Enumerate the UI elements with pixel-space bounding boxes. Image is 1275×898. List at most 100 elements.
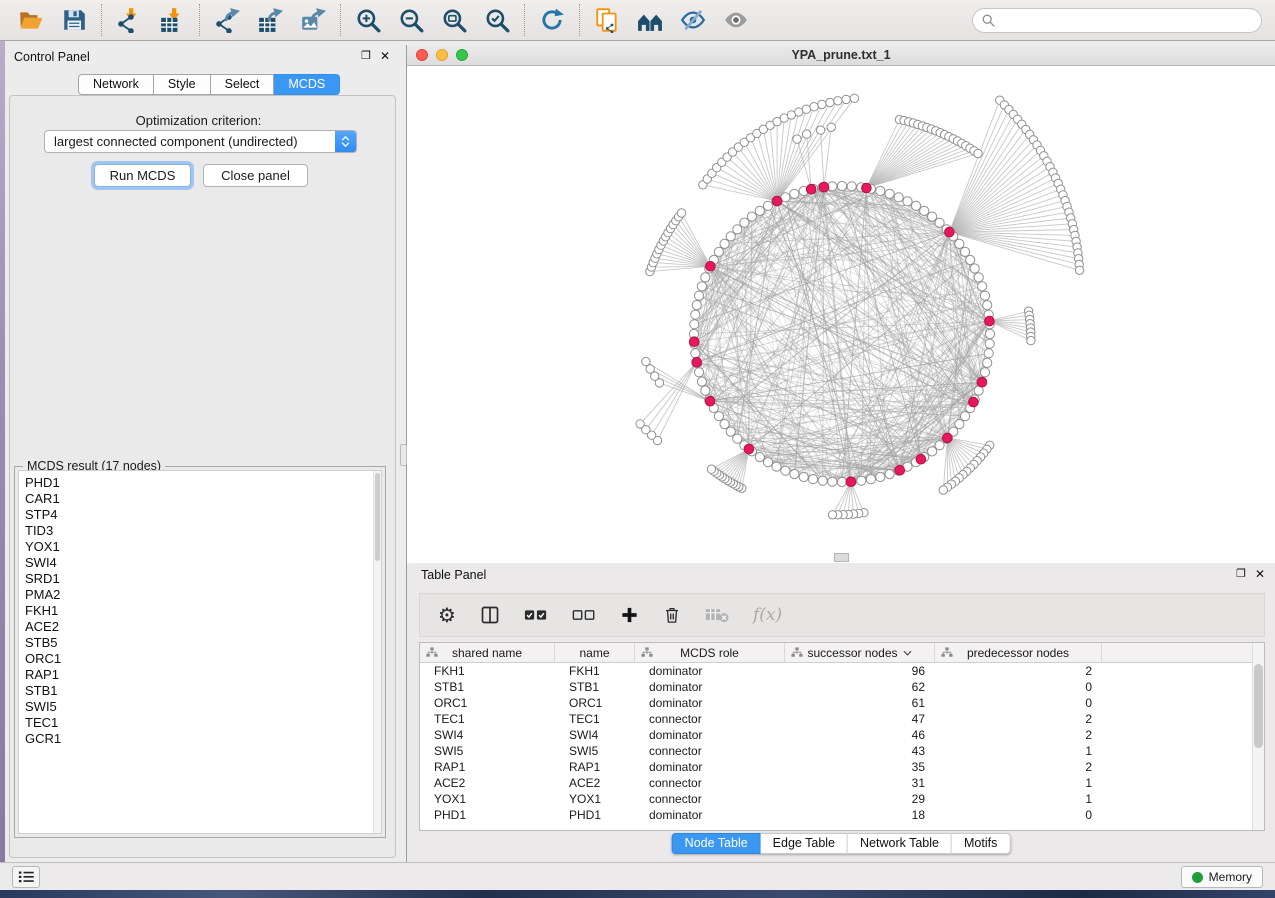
- mcds-result-item[interactable]: STP4: [25, 507, 381, 523]
- mcds-result-list[interactable]: PHD1CAR1STP4TID3YOX1SWI4SRD1PMA2FKH1ACE2…: [18, 470, 382, 834]
- task-list-icon: [18, 870, 35, 884]
- export-table-icon[interactable]: [257, 7, 283, 33]
- table-row[interactable]: TEC1TEC1connector472: [420, 711, 1253, 727]
- zoom-out-icon[interactable]: [398, 7, 424, 33]
- mcds-result-item[interactable]: ACE2: [25, 619, 381, 635]
- table-row[interactable]: FKH1FKH1dominator962: [420, 663, 1253, 679]
- first-neighbors-icon[interactable]: [637, 7, 663, 33]
- column-header-successor-nodes[interactable]: successor nodes: [785, 643, 935, 663]
- refresh-layout-icon[interactable]: [539, 7, 565, 33]
- table-row[interactable]: RAP1RAP1dominator352: [420, 759, 1253, 775]
- network-canvas[interactable]: [407, 66, 1275, 563]
- search-box[interactable]: [972, 8, 1262, 33]
- mcds-result-item[interactable]: SRD1: [25, 571, 381, 587]
- horizontal-splitter-handle[interactable]: [834, 553, 849, 562]
- tab-select[interactable]: Select: [211, 74, 275, 95]
- memory-button[interactable]: Memory: [1181, 866, 1263, 888]
- window-close-icon[interactable]: [416, 49, 428, 61]
- import-network-icon[interactable]: [116, 7, 142, 33]
- delete-columns-icon[interactable]: [663, 603, 681, 627]
- open-session-icon[interactable]: [18, 7, 44, 33]
- save-session-icon[interactable]: [61, 7, 87, 33]
- criterion-select[interactable]: largest connected component (undirected): [44, 130, 357, 153]
- import-table-icon[interactable]: [159, 7, 185, 33]
- table-cell: dominator: [635, 728, 785, 742]
- tab-motifs[interactable]: Motifs: [952, 833, 1010, 854]
- table-cell: STB1: [420, 680, 555, 694]
- tab-edge-table[interactable]: Edge Table: [761, 833, 848, 854]
- network-window-titlebar[interactable]: YPA_prune.txt_1: [407, 45, 1275, 66]
- close-panel-icon[interactable]: ✕: [380, 49, 390, 63]
- table-row[interactable]: STB1STB1dominator620: [420, 679, 1253, 695]
- attribute-type-icon: [791, 647, 803, 658]
- window-maximize-icon[interactable]: [456, 49, 468, 61]
- list-scrollbar[interactable]: [373, 471, 381, 833]
- table-scrollbar[interactable]: [1252, 643, 1264, 830]
- mcds-result-item[interactable]: STB1: [25, 683, 381, 699]
- show-all-icon[interactable]: [723, 7, 749, 33]
- tab-node-table[interactable]: Node Table: [672, 833, 761, 854]
- table-cell: TEC1: [420, 712, 555, 726]
- zoom-fit-icon[interactable]: [441, 7, 467, 33]
- table-settings-icon[interactable]: ⚙: [438, 603, 456, 627]
- zoom-selected-icon[interactable]: [484, 7, 510, 33]
- hide-selected-icon[interactable]: [680, 7, 706, 33]
- table-row[interactable]: PHD1PHD1dominator180: [420, 807, 1253, 823]
- close-panel-button[interactable]: Close panel: [203, 164, 308, 187]
- search-input[interactable]: [1000, 13, 1252, 29]
- mcds-result-item[interactable]: TEC1: [25, 715, 381, 731]
- table-row[interactable]: SWI5SWI5connector431: [420, 743, 1253, 759]
- column-header-name[interactable]: name: [555, 643, 635, 663]
- float-panel-icon[interactable]: ❐: [361, 49, 371, 63]
- table-cell: ORC1: [420, 696, 555, 710]
- column-header-shared-name[interactable]: shared name: [420, 643, 555, 663]
- mcds-result-item[interactable]: TID3: [25, 523, 381, 539]
- column-header-MCDS-role[interactable]: MCDS role: [635, 643, 785, 663]
- mcds-result-item[interactable]: GCR1: [25, 731, 381, 747]
- mcds-result-item[interactable]: STB5: [25, 635, 381, 651]
- table-row[interactable]: YOX1YOX1connector291: [420, 791, 1253, 807]
- mcds-result-item[interactable]: YOX1: [25, 539, 381, 555]
- float-table-panel-icon[interactable]: ❐: [1236, 567, 1246, 581]
- tab-network[interactable]: Network: [78, 74, 154, 95]
- mcds-result-item[interactable]: FKH1: [25, 603, 381, 619]
- mcds-result-item[interactable]: CAR1: [25, 491, 381, 507]
- clone-network-icon[interactable]: [594, 7, 620, 33]
- select-all-rows-icon[interactable]: [524, 603, 548, 627]
- mcds-result-item[interactable]: RAP1: [25, 667, 381, 683]
- table-row[interactable]: SWI4SWI4dominator462: [420, 727, 1253, 743]
- control-panel-title: Control Panel: [14, 50, 90, 64]
- deselect-all-rows-icon[interactable]: [572, 603, 596, 627]
- table-cell: dominator: [635, 696, 785, 710]
- table-cell: 0: [935, 680, 1102, 694]
- table-row[interactable]: ORC1ORC1dominator610: [420, 695, 1253, 711]
- mcds-result-item[interactable]: ORC1: [25, 651, 381, 667]
- table-cell: PHD1: [420, 808, 555, 822]
- vertical-splitter-handle[interactable]: [400, 444, 407, 466]
- sort-desc-icon: [903, 650, 912, 656]
- window-minimize-icon[interactable]: [436, 49, 448, 61]
- table-panel: Table Panel ❐ ✕ ⚙f(x) shared namenameMCD…: [406, 563, 1275, 862]
- table-cell: 2: [935, 760, 1102, 774]
- export-network-icon[interactable]: [214, 7, 240, 33]
- table-cell: 2: [935, 664, 1102, 678]
- table-row[interactable]: ACE2ACE2connector311: [420, 775, 1253, 791]
- mcds-result-item[interactable]: PHD1: [25, 475, 381, 491]
- split-panel-icon[interactable]: [480, 603, 500, 627]
- mcds-result-item[interactable]: SWI4: [25, 555, 381, 571]
- column-header-predecessor-nodes[interactable]: predecessor nodes: [935, 643, 1102, 663]
- add-column-icon[interactable]: [620, 603, 639, 627]
- table-panel-tabs: Node TableEdge TableNetwork TableMotifs: [672, 833, 1011, 854]
- export-image-icon[interactable]: [300, 7, 326, 33]
- mcds-result-item[interactable]: SWI5: [25, 699, 381, 715]
- zoom-in-icon[interactable]: [355, 7, 381, 33]
- mcds-result-item[interactable]: PMA2: [25, 587, 381, 603]
- run-mcds-button[interactable]: Run MCDS: [94, 164, 191, 187]
- network-edges: [640, 98, 1080, 515]
- task-history-button[interactable]: [12, 866, 40, 888]
- tab-network-table[interactable]: Network Table: [848, 833, 952, 854]
- close-table-panel-icon[interactable]: ✕: [1255, 567, 1265, 581]
- tab-mcds[interactable]: MCDS: [274, 74, 340, 95]
- control-panel-tabs: NetworkStyleSelectMCDS: [78, 74, 340, 95]
- tab-style[interactable]: Style: [154, 74, 211, 95]
